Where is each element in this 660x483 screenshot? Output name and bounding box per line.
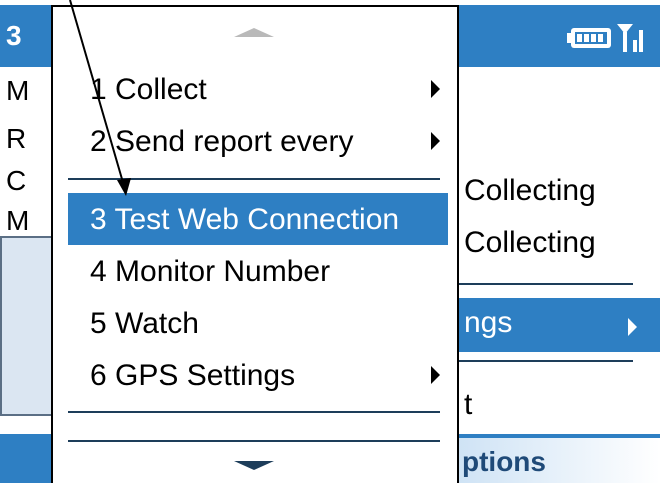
- status-icons: [567, 20, 647, 59]
- chevron-right-icon: [431, 80, 440, 98]
- menu-item-send-report[interactable]: 2 Send report every: [68, 115, 448, 167]
- menu-separator: [68, 440, 440, 442]
- menu-item-label: 6 GPS Settings: [90, 359, 296, 392]
- options-item[interactable]: Collecting: [464, 226, 596, 260]
- softkey-options[interactable]: ptions: [462, 446, 546, 478]
- menu-separator: [68, 411, 440, 413]
- options-menu: Collecting Collecting ngs t ptions: [458, 160, 660, 483]
- bg-letter: R: [6, 123, 27, 154]
- menu-item-watch[interactable]: 5 Watch: [68, 297, 448, 349]
- options-separator: [458, 360, 633, 362]
- chevron-right-icon: [431, 366, 440, 384]
- chevron-right-icon: [431, 132, 440, 150]
- options-separator: [458, 283, 633, 285]
- battery-icon: [567, 28, 611, 48]
- menu-item-label: 2 Send report every: [90, 125, 354, 158]
- signal-icon: [617, 24, 643, 52]
- menu-item-label: 3 Test Web Connection: [90, 203, 400, 236]
- menu-item-test-web-connection[interactable]: 3 Test Web Connection: [68, 193, 448, 245]
- menu-item-label: 5 Watch: [90, 307, 199, 340]
- menu-item-label: 4 Monitor Number: [90, 255, 331, 288]
- menu-item-collect[interactable]: 1 Collect: [68, 63, 448, 115]
- menu-separator: [68, 178, 440, 180]
- menu-item-monitor-number[interactable]: 4 Monitor Number: [68, 245, 448, 297]
- scroll-down-icon[interactable]: [234, 461, 274, 470]
- chevron-right-icon: [628, 318, 637, 336]
- options-item[interactable]: Collecting: [464, 174, 596, 208]
- bg-letter: M: [6, 205, 30, 236]
- bg-letter: M: [6, 75, 30, 106]
- bg-letter: C: [6, 165, 27, 196]
- status-time: 3: [6, 20, 22, 51]
- settings-submenu: 1 Collect 2 Send report every 3 Test Web…: [51, 5, 459, 483]
- menu-item-gps-settings[interactable]: 6 GPS Settings: [68, 349, 448, 401]
- scroll-up-icon[interactable]: [234, 28, 274, 37]
- options-item-label: ngs: [464, 306, 513, 339]
- options-item[interactable]: t: [464, 388, 472, 422]
- menu-item-label: 1 Collect: [90, 73, 207, 106]
